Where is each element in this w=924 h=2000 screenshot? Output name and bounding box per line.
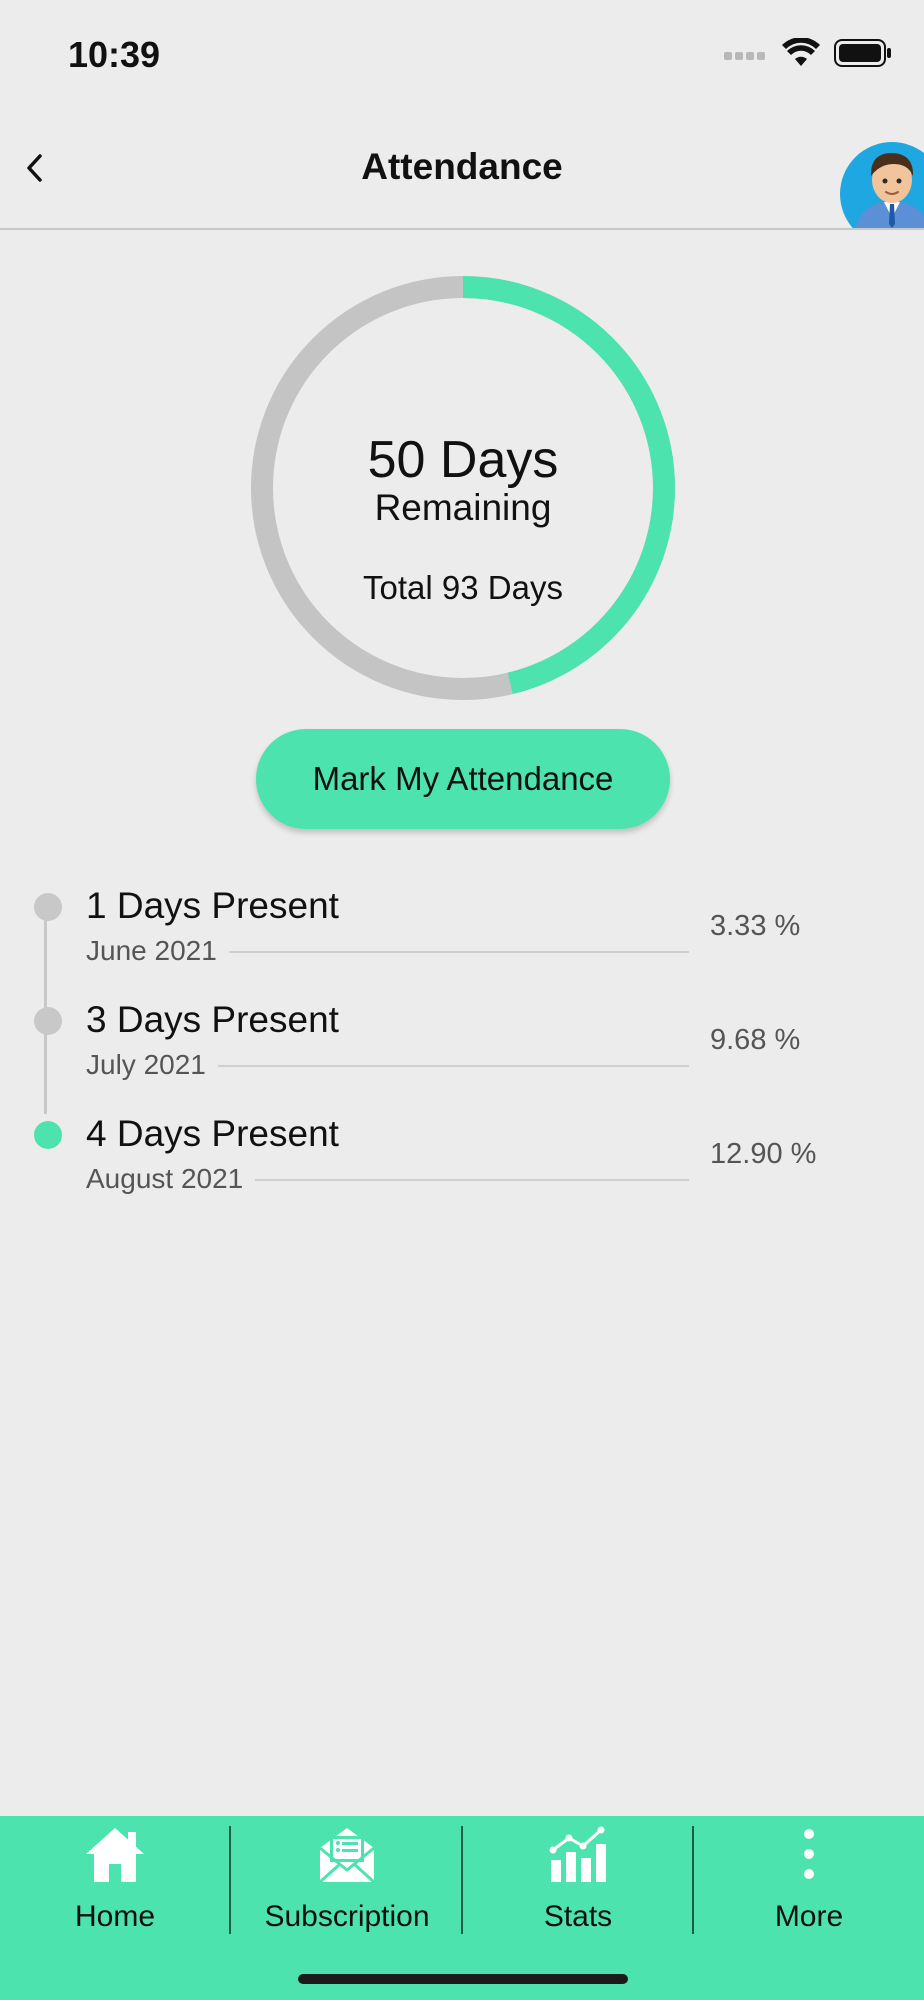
mark-attendance-button[interactable]: Mark My Attendance — [256, 729, 670, 829]
tab-home[interactable]: Home — [0, 1816, 230, 1933]
tab-label: Home — [74, 1900, 156, 1933]
days-remaining: 50 Days — [367, 431, 559, 489]
tab-separator — [229, 1826, 231, 1934]
attendance-timeline: 1 Days Present June 2021 3.33 % 3 Days P… — [0, 880, 924, 1240]
wifi-icon — [782, 38, 820, 66]
avatar[interactable] — [836, 138, 924, 228]
tab-stats[interactable]: Stats — [463, 1816, 693, 1933]
home-indicator — [298, 1974, 628, 1984]
month-label: June 2021 — [86, 935, 229, 967]
status-icons — [724, 38, 892, 68]
more-vertical-icon — [804, 1829, 814, 1879]
nav-bar: Attendance — [0, 110, 924, 230]
attendance-percent: 12.90 % — [710, 1138, 817, 1170]
timeline-dot — [34, 1007, 62, 1035]
total-days: Total 93 Days — [363, 569, 563, 606]
bottom-tab-bar: Home Subscription Stats More — [0, 1816, 924, 2000]
days-present: 3 Days Present — [86, 999, 339, 1040]
mail-icon — [318, 1828, 376, 1884]
timeline-dot-active — [34, 1121, 62, 1149]
days-present: 1 Days Present — [86, 885, 339, 926]
month-label: July 2021 — [86, 1049, 218, 1081]
status-time: 10:39 — [68, 34, 161, 75]
timeline-dot — [34, 893, 62, 921]
remaining-label: Remaining — [374, 487, 552, 528]
timeline-item-august: 4 Days Present August 2021 12.90 % — [0, 1108, 924, 1222]
tab-label: Stats — [543, 1900, 613, 1933]
stats-icon — [549, 1826, 606, 1882]
page-title: Attendance — [361, 146, 563, 187]
tab-subscription[interactable]: Subscription — [232, 1816, 462, 1933]
home-icon — [86, 1828, 144, 1882]
battery-icon — [834, 39, 891, 67]
attendance-percent: 3.33 % — [710, 910, 801, 942]
month-label: August 2021 — [86, 1163, 256, 1195]
attendance-progress-ring: 50 Days Remaining Total 93 Days — [250, 275, 676, 701]
status-bar: 10:39 — [0, 0, 924, 110]
tab-more[interactable]: More — [694, 1816, 924, 1933]
timeline-item-june: 1 Days Present June 2021 3.33 % — [0, 880, 924, 994]
tab-label: Subscription — [264, 1900, 430, 1933]
attendance-percent: 9.68 % — [710, 1024, 801, 1056]
tab-label: More — [774, 1900, 844, 1933]
user-avatar-icon — [840, 142, 924, 228]
cellular-icon — [724, 52, 765, 60]
progress-text: 50 Days Remaining Total 93 Days — [250, 275, 676, 701]
days-present: 4 Days Present — [86, 1113, 339, 1154]
timeline-item-july: 3 Days Present July 2021 9.68 % — [0, 994, 924, 1108]
